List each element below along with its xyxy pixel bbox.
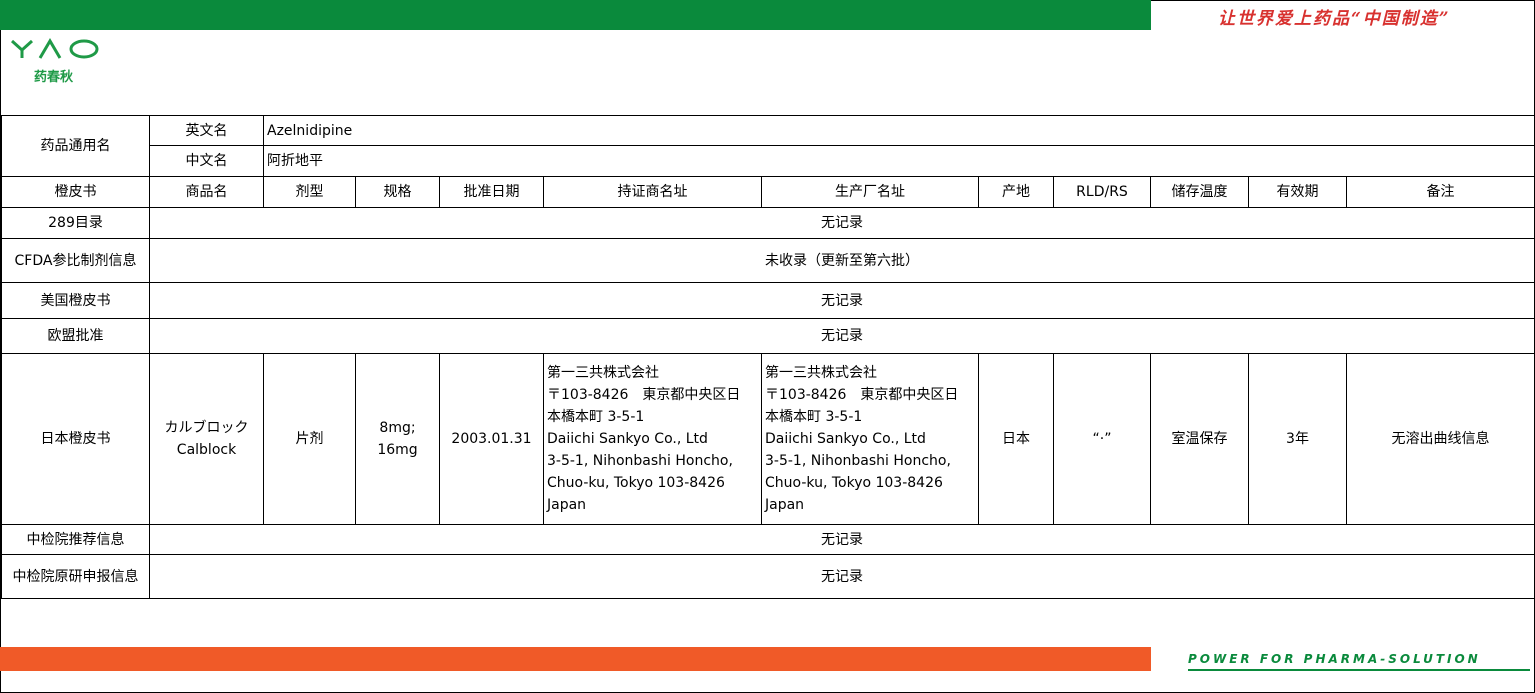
holder-line: 〒103-8426 東京都中央区日 [547, 387, 741, 403]
col-header: 产地 [978, 176, 1054, 208]
row-label-nifdc-orig: 中检院原研申报信息 [1, 554, 150, 599]
column-header-row: 橙皮书 商品名 剂型 规格 批准日期 持证商名址 生产厂名址 产地 RLD/RS… [1, 176, 1535, 208]
col-header: 持证商名址 [543, 176, 762, 208]
manufacturer-line: 本橋本町 3-5-1 [765, 409, 863, 425]
jp-strength-line: 8mg; [379, 420, 416, 436]
holder-line: 第一三共株式会社 [547, 365, 659, 381]
row-value-eu: 无记录 [148, 318, 1535, 354]
jp-dosage-form: 片剂 [263, 353, 356, 525]
manufacturer-line: Daiichi Sankyo Co., Ltd [765, 431, 926, 447]
top-green-bar [0, 0, 1151, 30]
manufacturer-line: Japan [765, 497, 805, 513]
generic-name-label: 药品通用名 [1, 115, 150, 177]
en-name-label: 英文名 [149, 115, 264, 146]
table-row: CFDA参比制剂信息 未收录（更新至第六批） [1, 238, 1535, 283]
row-label-jp: 日本橙皮书 [1, 353, 150, 525]
table-row: 中检院原研申报信息 无记录 [1, 554, 1535, 599]
jp-trade-name-line: カルブロック [164, 420, 249, 436]
jp-shelf-life: 3年 [1248, 353, 1347, 525]
table-row: 289目录 无记录 [1, 207, 1535, 239]
footer-underline [1188, 669, 1530, 671]
jp-trade-name-line: Calblock [176, 442, 237, 458]
jp-holder-address: 第一三共株式会社 〒103-8426 東京都中央区日 本橋本町 3-5-1 Da… [543, 353, 762, 525]
col-header: 批准日期 [439, 176, 544, 208]
jp-trade-name: カルブロック Calblock [149, 353, 264, 525]
row-value-cfda: 未收录（更新至第六批） [148, 238, 1535, 283]
manufacturer-line: 3-5-1, Nihonbashi Honcho, [765, 453, 951, 469]
holder-line: 本橋本町 3-5-1 [547, 409, 645, 425]
holder-line: Daiichi Sankyo Co., Ltd [547, 431, 708, 447]
table-row: 中检院推荐信息 无记录 [1, 524, 1535, 555]
row-value-nifdc-orig: 无记录 [148, 554, 1535, 599]
table-row-japan: 日本橙皮书 カルブロック Calblock 片剂 8mg; 16mg 2003.… [1, 353, 1535, 525]
en-name-value: Azelnidipine [262, 115, 1535, 146]
col-header: 商品名 [149, 176, 264, 208]
table-row: 美国橙皮书 无记录 [1, 282, 1535, 319]
col-header: 规格 [355, 176, 440, 208]
manufacturer-line: 〒103-8426 東京都中央区日 [765, 387, 959, 403]
table-row: 欧盟批准 无记录 [1, 318, 1535, 354]
row-label-nifdc-rec: 中检院推荐信息 [1, 524, 150, 555]
row-value-289: 无记录 [148, 207, 1535, 239]
jp-origin: 日本 [978, 353, 1054, 525]
row-label-cfda: CFDA参比制剂信息 [1, 238, 150, 283]
bottom-orange-bar [0, 647, 1151, 671]
footer-slogan: POWER FOR PHARMA-SOLUTION [1188, 652, 1481, 666]
drug-info-table: 药品通用名 英文名 Azelnidipine 中文名 阿折地平 橙皮书 商品名 … [1, 115, 1535, 599]
jp-approval-date: 2003.01.31 [439, 353, 544, 525]
row-label-eu: 欧盟批准 [1, 318, 150, 354]
col-header: 生产厂名址 [761, 176, 979, 208]
jp-strength: 8mg; 16mg [355, 353, 440, 525]
cn-name-label: 中文名 [149, 145, 264, 177]
col-header: RLD/RS [1053, 176, 1151, 208]
jp-rld: “·” [1053, 353, 1151, 525]
jp-storage: 室温保存 [1150, 353, 1249, 525]
jp-remark: 无溶出曲线信息 [1345, 353, 1535, 525]
row-value-nifdc-rec: 无记录 [148, 524, 1535, 555]
row-label-289: 289目录 [1, 207, 150, 239]
col-header: 储存温度 [1150, 176, 1249, 208]
row-label-us: 美国橙皮书 [1, 282, 150, 319]
yao-logo: 药春秋 [10, 38, 100, 86]
row-value-us: 无记录 [148, 282, 1535, 319]
col-header: 橙皮书 [1, 176, 150, 208]
holder-line: 3-5-1, Nihonbashi Honcho, [547, 453, 733, 469]
jp-strength-line: 16mg [377, 442, 418, 458]
jp-manufacturer-address: 第一三共株式会社 〒103-8426 東京都中央区日 本橋本町 3-5-1 Da… [761, 353, 979, 525]
cn-name-value: 阿折地平 [262, 145, 1535, 177]
logo-mark-icon [10, 38, 99, 59]
logo-chinese-text: 药春秋 [34, 70, 74, 85]
header-slogan: 让世界爱上药品“中国制造” [1218, 9, 1451, 29]
holder-line: Japan [547, 497, 587, 513]
col-header: 备注 [1345, 176, 1535, 208]
holder-line: Chuo-ku, Tokyo 103-8426 [547, 475, 725, 491]
col-header: 有效期 [1248, 176, 1347, 208]
manufacturer-line: Chuo-ku, Tokyo 103-8426 [765, 475, 943, 491]
manufacturer-line: 第一三共株式会社 [765, 365, 877, 381]
col-header: 剂型 [263, 176, 356, 208]
